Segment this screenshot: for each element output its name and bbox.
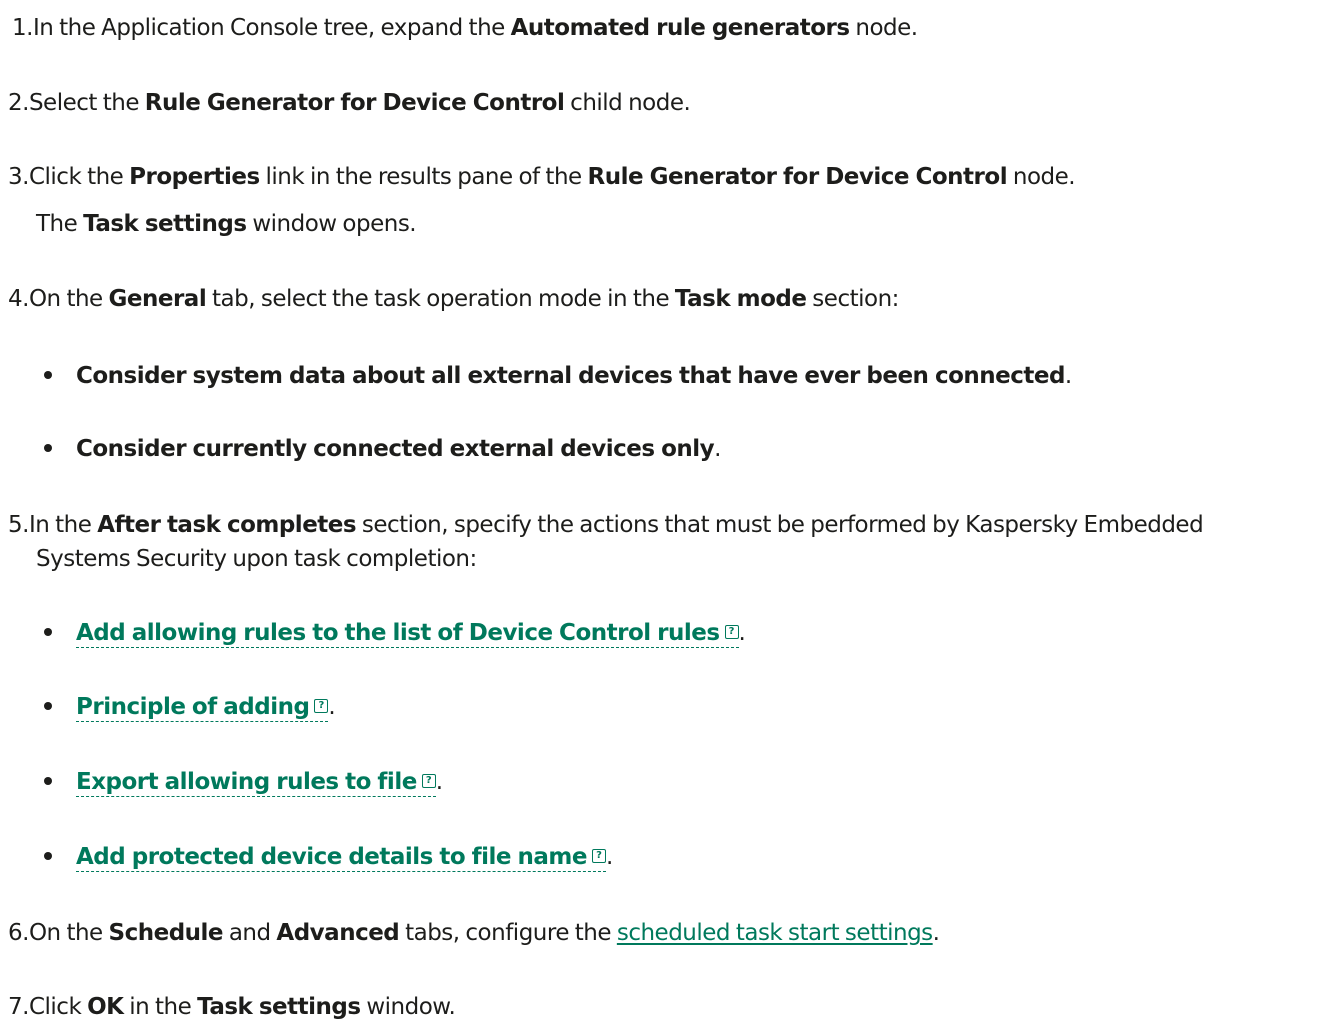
list-item: Consider system data about all external …	[44, 361, 1072, 391]
step-number: 2.	[8, 90, 29, 116]
ui-term: Properties	[129, 164, 260, 190]
ui-term: Task settings	[197, 994, 361, 1019]
expandable-link-export-rules[interactable]: Export allowing rules to file?	[76, 769, 436, 797]
ui-term: Automated rule generators	[510, 15, 850, 41]
help-square-icon: ?	[314, 698, 329, 713]
step-number: 4.	[8, 286, 29, 312]
step-1: 1.In the Application Console tree, expan…	[12, 15, 918, 41]
scheduled-task-settings-link[interactable]: scheduled task start settings	[617, 920, 933, 946]
step-number: 6.	[8, 920, 29, 946]
bullet-icon	[44, 776, 52, 785]
list-item: Add allowing rules to the list of Device…	[44, 618, 746, 648]
bullet-icon	[44, 701, 52, 710]
bullet-icon	[44, 851, 52, 860]
ui-term: Task settings	[83, 211, 247, 237]
ui-term: Rule Generator for Device Control	[587, 164, 1008, 190]
step-5: 5.In the After task completes section, s…	[8, 512, 1204, 538]
option-name: Consider system data about all external …	[76, 363, 1065, 389]
ui-term: OK	[87, 994, 124, 1019]
help-square-icon: ?	[592, 848, 607, 863]
bullet-icon	[44, 443, 52, 452]
step-number: 7.	[8, 994, 29, 1019]
ui-term: Rule Generator for Device Control	[144, 90, 565, 116]
ui-term: After task completes	[97, 512, 357, 538]
list-item: Export allowing rules to file?.	[44, 767, 443, 797]
step-5-continued: Systems Security upon task completion:	[36, 546, 477, 572]
step-number: 5.	[8, 512, 29, 538]
expandable-link-add-allowing-rules[interactable]: Add allowing rules to the list of Device…	[76, 620, 739, 648]
help-square-icon: ?	[724, 624, 739, 639]
ui-term: Advanced	[276, 920, 400, 946]
step-number: 1.	[12, 15, 33, 41]
step-3-result: The Task settings window opens.	[36, 211, 417, 237]
ui-term: General	[108, 286, 207, 312]
step-3: 3.Click the Properties link in the resul…	[8, 164, 1076, 190]
list-item: Principle of adding?.	[44, 692, 336, 722]
step-6: 6.On the Schedule and Advanced tabs, con…	[8, 920, 940, 946]
step-number: 3.	[8, 164, 29, 190]
list-item: Consider currently connected external de…	[44, 434, 721, 464]
ui-term: Schedule	[108, 920, 224, 946]
bullet-icon	[44, 627, 52, 636]
help-square-icon: ?	[421, 773, 436, 788]
step-2: 2.Select the Rule Generator for Device C…	[8, 90, 691, 116]
bullet-icon	[44, 370, 52, 379]
option-name: Consider currently connected external de…	[76, 436, 715, 462]
expandable-link-add-device-details[interactable]: Add protected device details to file nam…	[76, 844, 607, 872]
step-4: 4.On the General tab, select the task op…	[8, 286, 899, 312]
ui-term: Task mode	[674, 286, 807, 312]
expandable-link-principle-of-adding[interactable]: Principle of adding?	[76, 694, 329, 722]
list-item: Add protected device details to file nam…	[44, 842, 613, 872]
step-7: 7.Click OK in the Task settings window.	[8, 994, 456, 1019]
